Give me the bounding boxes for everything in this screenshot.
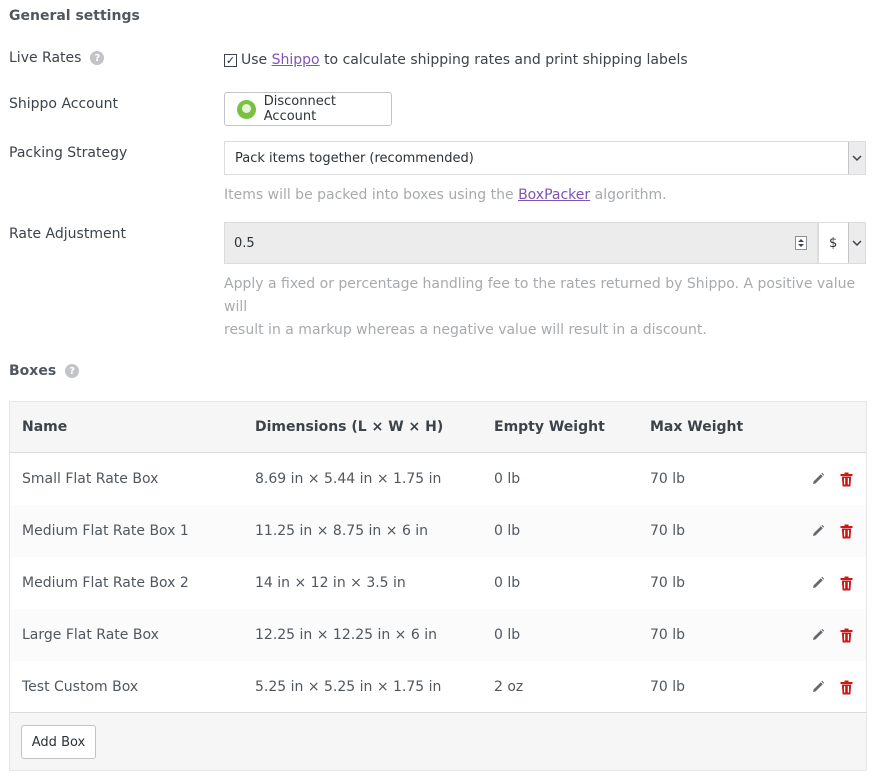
row-actions [809,470,855,488]
edit-pencil-icon[interactable] [809,522,827,540]
box-max-weight: 70 lb [650,679,686,695]
live-rates-text-before: Use [241,52,268,68]
rate-adjustment-label: Rate Adjustment [9,226,126,242]
box-empty-weight: 2 oz [494,679,524,695]
delete-trash-icon[interactable] [837,574,855,592]
row-actions [809,678,855,696]
row-actions [809,574,855,592]
box-name: Medium Flat Rate Box 2 [22,575,189,591]
live-rates-text-after: to calculate shipping rates and print sh… [324,52,688,68]
column-header-dimensions: Dimensions (L × W × H) [255,419,444,435]
column-header-max-weight: Max Weight [650,419,744,435]
boxes-title-text: Boxes [9,363,57,379]
row-actions [809,626,855,644]
packing-strategy-select[interactable]: Pack items together (recommended) [224,141,866,175]
box-name: Small Flat Rate Box [22,471,159,487]
edit-pencil-icon[interactable] [809,470,827,488]
table-row: Large Flat Rate Box 12.25 in × 12.25 in … [10,609,866,661]
add-box-button[interactable]: Add Box [21,725,96,759]
table-footer: Add Box [10,712,866,770]
table-row: Test Custom Box 5.25 in × 5.25 in × 1.75… [10,661,866,713]
live-rates-label: Live Rates ? [9,50,105,66]
help-icon[interactable]: ? [65,364,80,378]
box-dimensions: 5.25 in × 5.25 in × 1.75 in [255,679,442,695]
rate-adjustment-description: Apply a fixed or percentage handling fee… [224,273,876,342]
rate-adjustment-input[interactable]: 0.5 [224,222,818,264]
rate-adjustment-value: 0.5 [234,235,255,251]
delete-trash-icon[interactable] [837,626,855,644]
general-settings-title: General settings [9,8,140,24]
table-row: Medium Flat Rate Box 1 11.25 in × 8.75 i… [10,505,866,557]
box-max-weight: 70 lb [650,575,686,591]
box-name: Test Custom Box [22,679,139,695]
help-icon[interactable]: ? [90,51,105,65]
rate-adjustment-unit: $ [829,235,838,251]
delete-trash-icon[interactable] [837,522,855,540]
row-actions [809,522,855,540]
box-dimensions: 8.69 in × 5.44 in × 1.75 in [255,471,442,487]
rate-adjustment-description-line2: result in a markup whereas a negative va… [224,322,707,338]
disconnect-account-label: Disconnect Account [263,94,336,124]
disconnect-account-button[interactable]: Disconnect Account [224,92,392,126]
table-row: Small Flat Rate Box 8.69 in × 5.44 in × … [10,453,866,505]
boxes-table: Name Dimensions (L × W × H) Empty Weight… [9,401,867,771]
packing-strategy-description: Items will be packed into boxes using th… [224,184,667,207]
box-empty-weight: 0 lb [494,523,521,539]
column-header-empty-weight: Empty Weight [494,419,605,435]
box-empty-weight: 0 lb [494,471,521,487]
delete-trash-icon[interactable] [837,678,855,696]
live-rates-field: ✓ Use Shippo to calculate shipping rates… [224,50,688,70]
shipping-settings-page: General settings Live Rates ? ✓ Use Ship… [0,0,876,783]
shippo-link[interactable]: Shippo [272,52,320,68]
table-header: Name Dimensions (L × W × H) Empty Weight… [10,402,866,453]
box-max-weight: 70 lb [650,523,686,539]
box-dimensions: 12.25 in × 12.25 in × 6 in [255,627,437,643]
chevron-down-icon [848,223,865,263]
box-name: Medium Flat Rate Box 1 [22,523,189,539]
box-empty-weight: 0 lb [494,627,521,643]
box-name: Large Flat Rate Box [22,627,159,643]
boxes-title: Boxes ? [9,363,80,379]
packing-desc-before: Items will be packed into boxes using th… [224,187,514,203]
box-dimensions: 14 in × 12 in × 3.5 in [255,575,406,591]
rate-adjustment-unit-select[interactable]: $ [818,222,866,264]
packing-strategy-label: Packing Strategy [9,145,128,161]
column-header-name: Name [22,419,68,435]
edit-pencil-icon[interactable] [809,574,827,592]
delete-trash-icon[interactable] [837,470,855,488]
live-rates-label-text: Live Rates [9,50,82,66]
edit-pencil-icon[interactable] [809,626,827,644]
table-row: Medium Flat Rate Box 2 14 in × 12 in × 3… [10,557,866,609]
shippo-account-label: Shippo Account [9,96,118,112]
box-empty-weight: 0 lb [494,575,521,591]
box-max-weight: 70 lb [650,627,686,643]
chevron-down-icon [848,142,865,174]
rate-adjustment-description-line1: Apply a fixed or percentage handling fee… [224,276,856,315]
box-dimensions: 11.25 in × 8.75 in × 6 in [255,523,429,539]
packing-desc-after: algorithm. [594,187,667,203]
live-rates-checkbox[interactable]: ✓ [224,53,237,67]
shippo-logo-icon [237,99,256,119]
box-max-weight: 70 lb [650,471,686,487]
edit-pencil-icon[interactable] [809,678,827,696]
packing-strategy-value: Pack items together (recommended) [235,150,474,166]
number-spinner-icon[interactable] [795,236,807,250]
boxpacker-link[interactable]: BoxPacker [518,187,590,203]
